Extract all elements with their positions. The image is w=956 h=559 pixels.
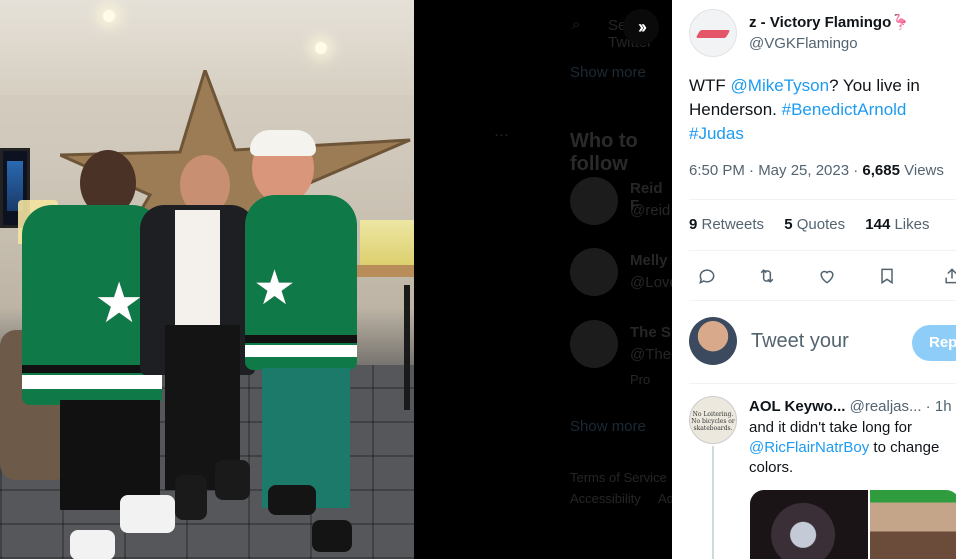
divider <box>689 199 956 200</box>
tweet-text: WTF @MikeTyson? You live in Henderson. #… <box>689 74 947 146</box>
divider <box>689 250 956 251</box>
thread-line <box>712 446 714 559</box>
reply-media-image[interactable] <box>750 490 868 559</box>
divider <box>689 300 956 301</box>
tweet-text-part: WTF <box>689 76 731 95</box>
reply-author-handle[interactable]: @realjas... <box>850 398 922 415</box>
author-handle[interactable]: @VGKFlamingo <box>749 35 858 52</box>
who-to-follow-heading: Who to follow <box>570 130 638 175</box>
suggestion-handle: @reid <box>630 202 671 219</box>
reply-header: AOL Keywo... @realjas... · 1h <box>749 398 952 415</box>
likes-stat[interactable]: 144 Likes <box>865 216 929 233</box>
reply-media-image[interactable] <box>870 490 956 559</box>
search-icon: ⌕ <box>572 16 581 33</box>
reply-author-name[interactable]: AOL Keywo... <box>749 398 845 415</box>
glass-partition <box>360 220 414 268</box>
reply-icon[interactable] <box>689 258 725 294</box>
mention-link[interactable]: @MikeTyson <box>731 76 830 95</box>
tweet-stats: 9 Retweets 5 Quotes 144 Likes <box>689 216 945 233</box>
tweet-actions <box>689 258 956 294</box>
quotes-stat[interactable]: 5 Quotes <box>784 216 845 233</box>
reply-text: and it didn't take long for @RicFlairNat… <box>749 418 949 478</box>
suggestion-avatar <box>570 177 618 225</box>
suggestion-note: Pro <box>630 372 651 387</box>
bar-table <box>350 265 414 277</box>
author-name-text: z - Victory Flamingo <box>749 14 892 31</box>
suggestion-name: Melly <box>630 252 668 269</box>
tweet-timestamp[interactable]: 6:50 PM · May 25, 2023 · <box>689 162 862 179</box>
reply-time[interactable]: · 1h <box>922 398 952 415</box>
divider <box>689 383 956 384</box>
share-icon[interactable] <box>934 258 956 294</box>
suggestion-avatar <box>570 248 618 296</box>
suggestion-name: The S <box>630 324 671 341</box>
author-avatar[interactable] <box>689 9 737 57</box>
show-more-link: Show more <box>570 418 646 435</box>
suggestion-handle: @Love <box>630 274 672 291</box>
chevron-double-right-icon[interactable]: ›› <box>623 9 659 45</box>
dimmed-sidebar: ⌕ Search Twitter Show more ··· Who to fo… <box>414 0 672 559</box>
mention-link[interactable]: @RicFlairNatrBoy <box>749 439 869 456</box>
suggestion-handle: @The <box>630 346 672 363</box>
bookmark-icon[interactable] <box>869 258 905 294</box>
footer-link: Ad <box>658 491 672 506</box>
hashtag-link[interactable]: #BenedictArnold <box>782 100 907 119</box>
current-user-avatar[interactable] <box>689 317 737 365</box>
reply-input[interactable]: Tweet your <box>751 330 849 353</box>
more-icon: ··· <box>494 126 509 143</box>
tweet-detail-panel: z - Victory Flamingo🦩 @VGKFlamingo WTF @… <box>672 0 956 559</box>
tweet-meta: 6:50 PM · May 25, 2023 · 6,685 Views <box>689 162 944 179</box>
suggestion-avatar <box>570 320 618 368</box>
reply-button[interactable]: Rep <box>912 325 956 361</box>
hashtag-link[interactable]: #Judas <box>689 124 744 143</box>
views-count: 6,685 <box>862 162 900 179</box>
footer-link: Accessibility <box>570 491 641 506</box>
ceiling-light <box>315 42 327 54</box>
reply-text-part: and it didn't take long for <box>749 419 912 436</box>
footer-link: Terms of Service <box>570 470 667 485</box>
like-icon[interactable] <box>809 258 845 294</box>
retweet-icon[interactable] <box>749 258 785 294</box>
show-more-link: Show more <box>570 64 646 81</box>
flamingo-emoji-icon: 🦩 <box>891 14 910 31</box>
tweet-photo[interactable]: ★ ★ <box>0 0 414 559</box>
retweets-stat[interactable]: 9 Retweets <box>689 216 764 233</box>
views-label: Views <box>899 162 944 179</box>
reply-author-avatar[interactable]: No Loitering. No bicycles or skateboards… <box>689 396 737 444</box>
ceiling-light <box>103 10 115 22</box>
author-name[interactable]: z - Victory Flamingo🦩 <box>749 13 910 31</box>
